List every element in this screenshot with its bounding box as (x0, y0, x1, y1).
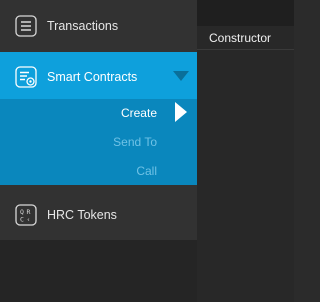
submenu-item-create[interactable]: Create (121, 106, 157, 120)
content-toolbar (197, 0, 294, 26)
svg-text:C: C (20, 216, 24, 224)
sidebar-item-smart-contracts[interactable]: Smart Contracts (0, 52, 197, 102)
submenu-item-call[interactable]: Call (136, 164, 157, 178)
submenu-item-send-to[interactable]: Send To (113, 135, 157, 149)
active-arrow-icon (175, 102, 187, 122)
sidebar-item-label: Smart Contracts (47, 70, 138, 84)
qrc-tokens-icon: Q R C ‹ (15, 204, 37, 226)
svg-text:‹: ‹ (27, 216, 31, 224)
sidebar-footer (0, 240, 197, 302)
smart-contracts-icon (15, 66, 37, 88)
sidebar: Transactions Smart Contracts Create Send… (0, 0, 197, 302)
main-content: Constructor (197, 0, 294, 302)
sidebar-item-hrc-tokens[interactable]: Q R C ‹ HRC Tokens (0, 190, 197, 240)
chevron-down-icon[interactable] (173, 71, 189, 81)
sidebar-item-transactions[interactable]: Transactions (0, 1, 197, 51)
transactions-icon (15, 15, 37, 37)
sidebar-item-label: HRC Tokens (47, 208, 117, 222)
sidebar-item-label: Transactions (47, 19, 119, 33)
smart-contracts-submenu: Create Send To Call (0, 99, 197, 185)
tab-constructor[interactable]: Constructor (209, 31, 271, 45)
divider (197, 49, 294, 50)
